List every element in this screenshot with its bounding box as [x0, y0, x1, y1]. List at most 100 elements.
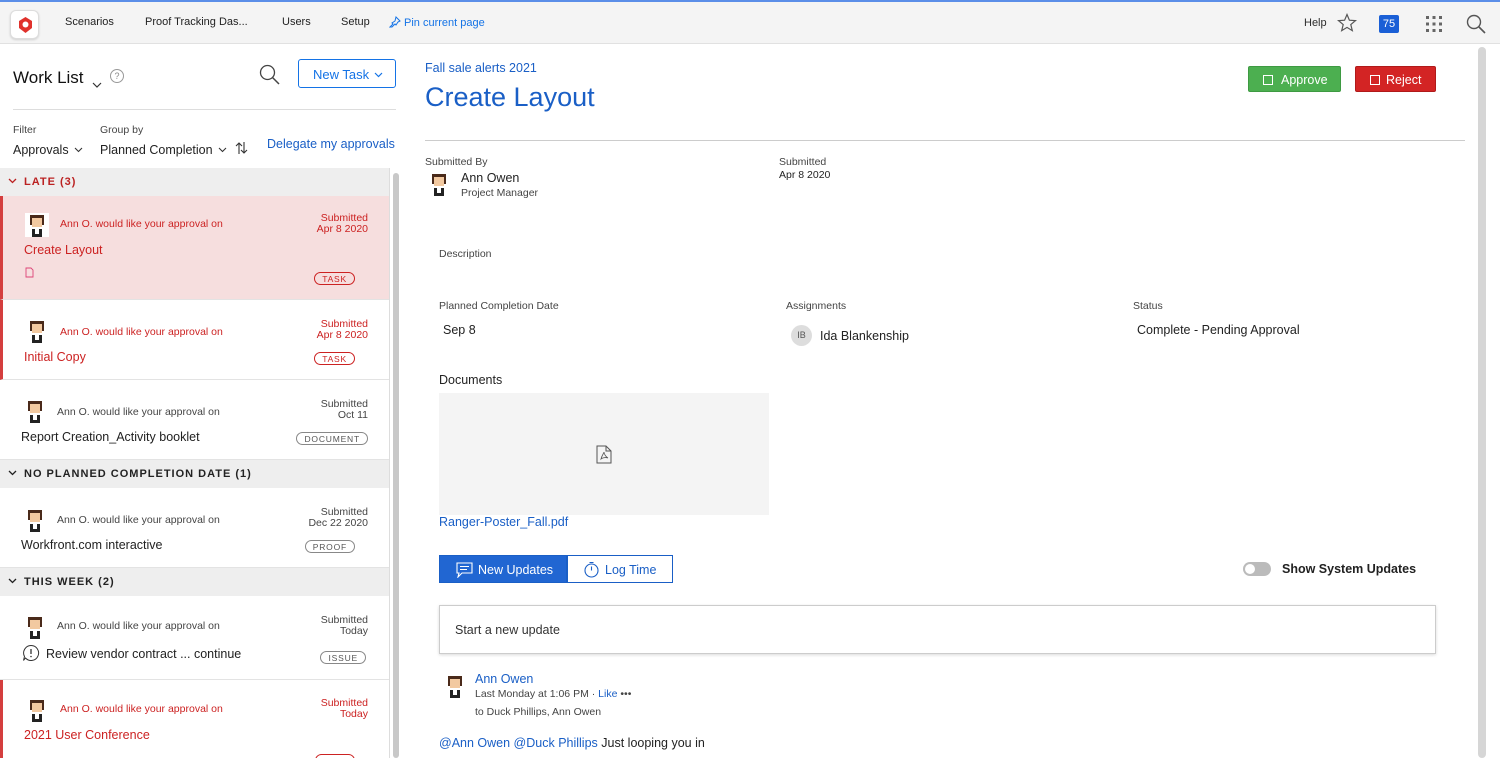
type-tag: [315, 754, 355, 758]
help-icon[interactable]: ?: [110, 69, 124, 83]
new-update-input[interactable]: Start a new update: [439, 605, 1436, 654]
submitter-name: Ann Owen: [461, 171, 520, 185]
planned-completion-value: Sep 8: [443, 323, 476, 337]
new-task-button[interactable]: New Task: [298, 59, 396, 88]
type-tag: ISSUE: [320, 651, 366, 664]
workfront-logo[interactable]: [10, 10, 39, 39]
item-title[interactable]: Workfront.com interactive: [21, 538, 162, 552]
list-item[interactable]: Ann O. would like your approval on Repor…: [0, 380, 389, 460]
chevron-down-icon: [218, 147, 226, 153]
approval-detail-pane: Fall sale alerts 2021 Create Layout Appr…: [401, 45, 1500, 758]
like-link[interactable]: Like: [598, 688, 617, 700]
documents-label: Documents: [439, 373, 503, 387]
notifications-badge[interactable]: 75: [1379, 15, 1399, 33]
submitted-info: Submitted Today: [321, 615, 368, 637]
submitted-info: Submitted Dec 22 2020: [308, 507, 368, 529]
update-author[interactable]: Ann Owen: [475, 672, 533, 686]
checkbox-icon: [1263, 75, 1273, 85]
item-title[interactable]: Initial Copy: [24, 350, 86, 364]
star-icon[interactable]: [1336, 12, 1358, 38]
list-item[interactable]: Ann O. would like your approval on Workf…: [0, 488, 389, 568]
submitted-by-label: Submitted By: [425, 156, 488, 168]
work-list-pane: Work List ? New Task Filter Approvals Gr…: [0, 45, 401, 758]
mention-link[interactable]: @Ann Owen: [439, 736, 510, 750]
chevron-down-icon: [8, 178, 17, 184]
section-header-no-planned-date[interactable]: NO PLANNED COMPLETION DATE (1): [0, 460, 389, 488]
main-scrollbar[interactable]: [1478, 47, 1486, 758]
avatar: [427, 172, 451, 196]
search-icon[interactable]: [1466, 14, 1486, 39]
approval-request-text: Ann O. would like your approval on: [57, 514, 220, 526]
group-by-label: Group by: [100, 124, 144, 136]
type-tag: TASK: [314, 272, 355, 285]
delegate-approvals-link[interactable]: Delegate my approvals: [267, 137, 395, 151]
sort-icon[interactable]: [235, 141, 248, 160]
submitter-role: Project Manager: [461, 187, 539, 199]
approval-request-text: Ann O. would like your approval on: [57, 620, 220, 632]
avatar: [25, 698, 49, 722]
nav-setup[interactable]: Setup: [341, 16, 370, 28]
submitted-label: Submitted: [779, 156, 827, 168]
approval-request-text: Ann O. would like your approval on: [60, 703, 223, 715]
reject-label: Reject: [1386, 73, 1422, 87]
filter-select[interactable]: Approvals: [13, 143, 83, 157]
search-icon[interactable]: [259, 64, 280, 90]
list-item[interactable]: Ann O. would like your approval on 2021 …: [0, 680, 389, 758]
tab-label: New Updates: [478, 563, 554, 577]
nav-scenarios[interactable]: Scenarios: [65, 16, 114, 28]
list-item[interactable]: Ann O. would like your approval on Creat…: [0, 196, 389, 300]
avatar: IB: [791, 325, 812, 346]
avatar: [25, 319, 49, 343]
show-system-updates-label: Show System Updates: [1282, 562, 1417, 576]
tab-new-updates[interactable]: New Updates: [439, 555, 567, 583]
submitted-date: Dec 22 2020: [308, 517, 368, 529]
list-item[interactable]: Ann O. would like your approval on Revie…: [0, 596, 389, 680]
checkbox-icon: [1370, 75, 1380, 85]
mention-link[interactable]: @Duck Phillips: [514, 736, 598, 750]
tab-log-time[interactable]: Log Time: [567, 555, 673, 583]
submitted-date: Apr 8 2020: [779, 169, 831, 181]
reject-button[interactable]: Reject: [1355, 66, 1436, 92]
breadcrumb[interactable]: Fall sale alerts 2021: [425, 61, 537, 75]
nav-users[interactable]: Users: [282, 16, 311, 28]
pin-current-page-link[interactable]: Pin current page: [388, 16, 485, 29]
item-title[interactable]: Create Layout: [24, 243, 103, 257]
update-meta: Last Monday at 1:06 PM · Like •••: [475, 688, 631, 700]
approve-button[interactable]: Approve: [1248, 66, 1341, 92]
chevron-down-icon: [8, 470, 17, 476]
system-updates-toggle[interactable]: [1243, 562, 1271, 576]
document-icon: [25, 265, 34, 283]
item-title[interactable]: 2021 User Conference: [24, 728, 150, 742]
list-scrollbar[interactable]: [393, 173, 399, 758]
more-icon[interactable]: •••: [617, 688, 631, 700]
chevron-down-icon[interactable]: [92, 75, 102, 93]
comment-icon: [456, 562, 473, 578]
tab-label: Log Time: [605, 563, 657, 577]
chevron-down-icon: [8, 578, 17, 584]
document-link[interactable]: Ranger-Poster_Fall.pdf: [439, 515, 568, 529]
item-title[interactable]: Review vendor contract ... continue: [46, 647, 241, 661]
work-list-title[interactable]: Work List: [13, 68, 84, 88]
chevron-down-icon: [374, 72, 383, 78]
approval-request-text: Ann O. would like your approval on: [57, 406, 220, 418]
apps-grid-icon[interactable]: [1425, 15, 1443, 38]
section-header-this-week[interactable]: THIS WEEK (2): [0, 568, 389, 596]
submitted-date: Apr 8 2020: [316, 329, 368, 341]
submitted-info: Submitted Apr 8 2020: [317, 213, 368, 235]
update-text: Just looping you in: [597, 736, 705, 750]
submitted-date: Apr 8 2020: [316, 223, 368, 235]
section-header-late[interactable]: LATE (3): [0, 168, 389, 196]
type-tag: TASK: [314, 352, 355, 365]
section-label: NO PLANNED COMPLETION DATE (1): [24, 468, 252, 480]
nav-proof-tracking[interactable]: Proof Tracking Das...: [145, 16, 248, 28]
document-preview[interactable]: [439, 393, 769, 515]
group-by-select[interactable]: Planned Completion: [100, 143, 227, 157]
list-item[interactable]: Ann O. would like your approval on Initi…: [0, 300, 389, 380]
approval-request-text: Ann O. would like your approval on: [60, 218, 223, 230]
help-link[interactable]: Help: [1304, 17, 1327, 29]
filter-value: Approvals: [13, 143, 69, 157]
update-time: Last Monday at 1:06 PM ·: [475, 688, 599, 700]
item-title[interactable]: Report Creation_Activity booklet: [21, 430, 200, 444]
work-list: LATE (3) Ann O. would like your approval…: [0, 168, 390, 758]
assignee-name[interactable]: Ida Blankenship: [820, 329, 909, 343]
